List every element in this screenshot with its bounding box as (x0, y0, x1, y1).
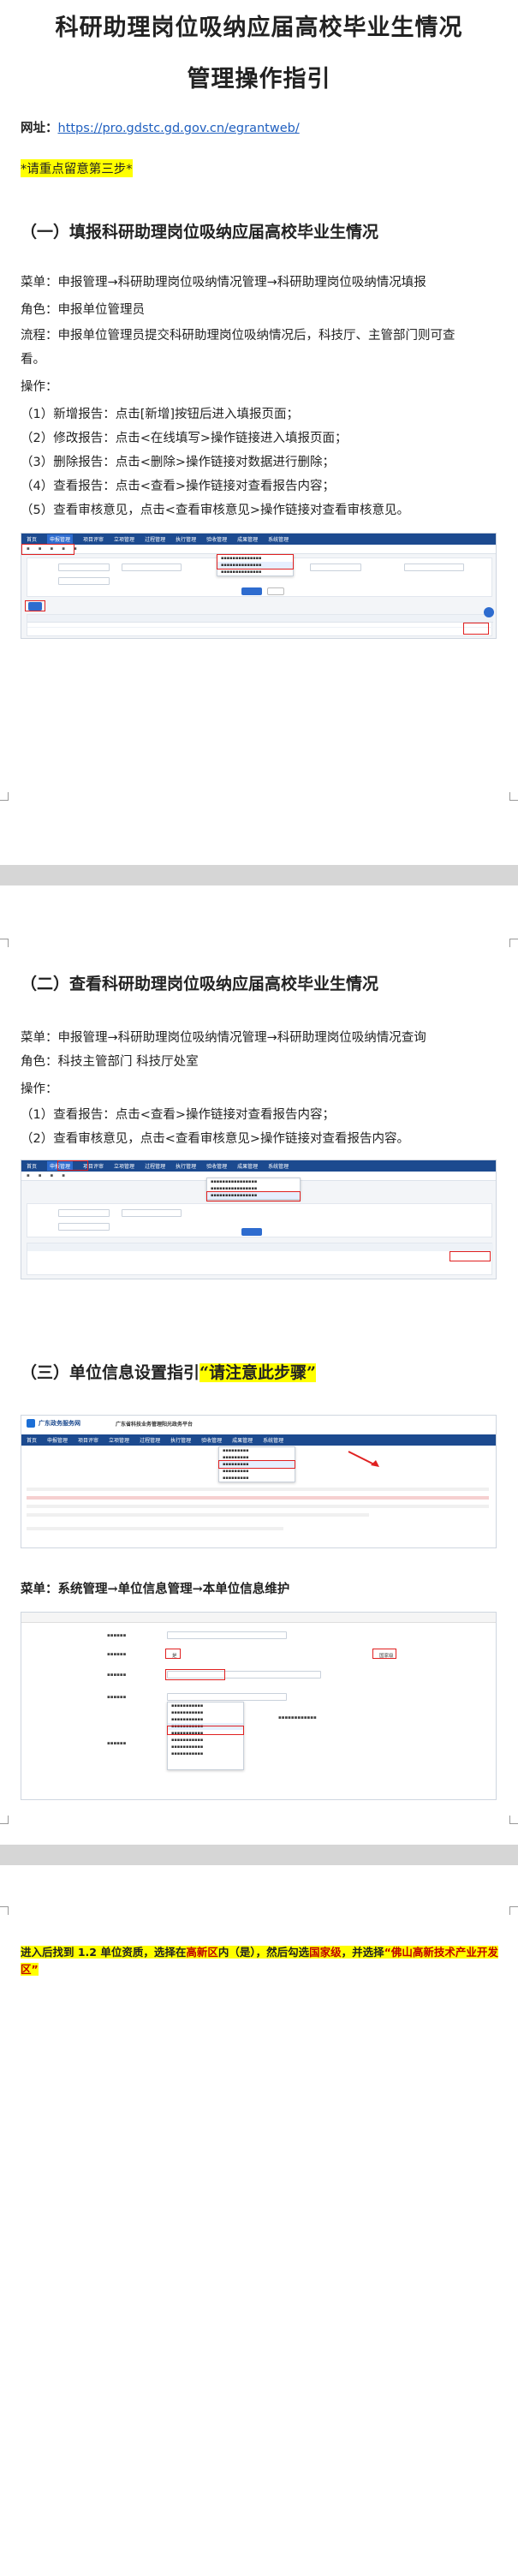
section3-heading: （三）单位信息设置指引“请注意此步骤” (21, 1360, 316, 1383)
url-line: 网址：https://pro.gdstc.gd.gov.cn/egrantweb… (21, 118, 300, 136)
page-gap-1 (0, 865, 518, 886)
section2-heading: （二）查看科研助理岗位吸纳应届高校毕业生情况 (21, 975, 379, 993)
mock-portal-title: 广东政务服务网 (39, 1420, 80, 1427)
section1-op-5: （5）查看审核意见，点击<查看审核意见>操作链接对查看审核意见。 (21, 504, 410, 517)
red-arrow-icon (348, 1451, 379, 1467)
mock-subnav: ▪ ▪ ▪ ▪ ▪ (21, 545, 496, 554)
section3-heading-highlight: “请注意此步骤” (199, 1363, 316, 1382)
mock-zone-dropdown: ▪▪▪▪▪▪▪▪▪▪▪ ▪▪▪▪▪▪▪▪▪▪▪ ▪▪▪▪▪▪▪▪▪▪▪ ▪▪▪▪▪▪▪… (167, 1702, 244, 1770)
url-label: 网址： (21, 122, 58, 135)
section2-op-2: （2）查看审核意见，点击<查看审核意见>操作链接对查看报告内容。 (21, 1132, 410, 1146)
section3-heading-text: （三）单位信息设置指引 (21, 1363, 200, 1382)
section3-menu: 菜单：系统管理→单位信息管理→本单位信息维护 (21, 1582, 290, 1596)
mock-report-table (27, 614, 493, 636)
mock-op-link-box (463, 623, 489, 635)
section2-ops-label: 操作： (21, 1082, 58, 1096)
mock-report-table-2 (27, 1243, 493, 1275)
section1-menu: 菜单：申报管理→科研助理岗位吸纳情况管理→科研助理岗位吸纳情况填报 (21, 276, 426, 289)
section1-heading: （一）填报科研助理岗位吸纳应届高校毕业生情况 (21, 223, 379, 242)
page-1: 科研助理岗位吸纳应届高校毕业生情况 管理操作指引 网址：https://pro.… (0, 0, 518, 865)
page-2: （二）查看科研助理岗位吸纳应届高校毕业生情况 菜单：申报管理→科研助理岗位吸纳情… (0, 886, 518, 1845)
section1-ops-label: 操作： (21, 380, 58, 394)
section1-flow-1: 流程：申报单位管理员提交科研助理岗位吸纳情况后，科技厅、主管部门则可查 (21, 329, 455, 343)
mock-nav: 首页 申报管理 项目评审 立项管理 过程管理 执行管理 验收管理 成果管理 系统管理 (21, 534, 496, 545)
section2-menu: 菜单：申报管理→科研助理岗位吸纳情况管理→科研助理岗位吸纳情况查询 (21, 1031, 426, 1045)
doc-title-line2: 管理操作指引 (187, 66, 331, 92)
step3-note: *请重点留意第三步* (21, 159, 133, 177)
doc-title-line1: 科研助理岗位吸纳应届高校毕业生情况 (55, 15, 463, 41)
section1-role: 角色：申报单位管理员 (21, 303, 145, 317)
unit-setting-note: 进入后找到 1.2 单位资质，选择在高新区内（是），然后勾选国家级，并选择“佛山… (21, 1946, 498, 1976)
section1-op-4: （4）查看报告：点击<查看>操作链接对查看报告内容； (21, 480, 336, 493)
site-url-link[interactable]: https://pro.gdstc.gd.gov.cn/egrantweb/ (58, 122, 300, 135)
screenshot-fill-report: 首页 申报管理 项目评审 立项管理 过程管理 执行管理 验收管理 成果管理 系统管理 ▪ ▪ ▪ ▪ ▪… (21, 533, 497, 639)
section1-op-1: （1）新增报告：点击[新增]按钮后进入填报页面； (21, 408, 300, 421)
section2-role: 角色：科技主管部门 科技厅处室 (21, 1055, 199, 1069)
section1-op-2: （2）修改报告：点击<在线填写>操作链接进入填报页面； (21, 432, 348, 445)
page-gap-2 (0, 1845, 518, 1865)
section1-flow-2: 看。 (21, 353, 45, 367)
section1-op-3: （3）删除报告：点击<删除>操作链接对数据进行删除； (21, 456, 336, 469)
screenshot-query-report: 首页 申报管理 项目评审 立项管理 过程管理 执行管理 验收管理 成果管理 系统管理 ▪ ▪ ▪ ▪ … (21, 1160, 497, 1279)
mock-menu-highlight (21, 544, 74, 555)
mock-portal-sub: 广东省科技业务管理阳光政务平台 (116, 1422, 194, 1428)
screenshot-portal: 广东政务服务网 广东省科技业务管理阳光政务平台 首页 申报管理 项目评审 立项管理 过程… (21, 1415, 497, 1548)
screenshot-unit-info: ▪▪▪▪▪▪ ▪▪▪▪▪▪ 是 国家级 ▪▪▪▪▪▪ ▪▪▪▪▪▪ ▪▪▪▪▪▪… (21, 1612, 497, 1800)
page-3: 进入后找到 1.2 单位资质，选择在高新区内（是），然后勾选国家级，并选择“佛山… (0, 1865, 518, 2576)
mock-search-button[interactable] (241, 587, 262, 595)
section2-op-1: （1）查看报告：点击<查看>操作链接对查看报告内容； (21, 1108, 336, 1122)
